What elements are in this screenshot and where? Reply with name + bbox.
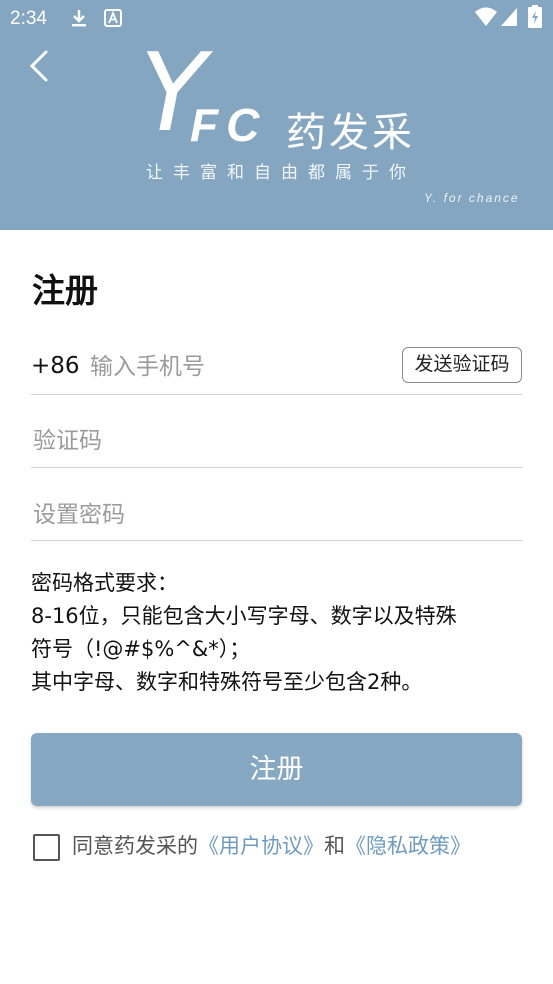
back-arrow-icon (29, 50, 48, 82)
slogan-english: Y. for chance (424, 191, 520, 205)
verification-code-field (31, 414, 522, 468)
verification-code-input[interactable] (31, 422, 515, 460)
agreement-text: 同意药发采的《用户协议》和《隐私政策》 (72, 830, 471, 862)
password-rules-line: 其中字母、数字和特殊符号至少包含2种。 (31, 670, 423, 694)
download-icon (72, 10, 86, 27)
a-notification-icon (104, 9, 122, 27)
password-rules: 密码格式要求： 8-16位，只能包含大小写字母、数字以及特殊 符号（!@#$%^… (31, 567, 526, 699)
wifi-icon (475, 7, 497, 26)
agreement-prefix: 同意药发采的 (72, 834, 198, 858)
phone-input[interactable] (88, 349, 392, 385)
user-agreement-link[interactable]: 《用户协议》 (198, 834, 324, 858)
agreement-and: 和 (324, 834, 345, 858)
signal-icon (501, 8, 517, 26)
password-input[interactable] (31, 496, 515, 534)
password-field (31, 488, 522, 541)
battery-icon (528, 5, 542, 28)
logo-fc: FC (190, 99, 268, 151)
back-button[interactable] (24, 46, 54, 86)
agreement-checkbox[interactable] (33, 834, 60, 861)
register-button[interactable]: 注册 (31, 733, 522, 806)
status-bar: 2:34 (0, 0, 553, 36)
status-time: 2:34 (10, 8, 47, 29)
password-rules-line: 符号（!@#$%^&*）； (31, 637, 251, 661)
slogan: 让丰富和自由都属于你 (146, 163, 416, 183)
password-rules-line: 8-16位，只能包含大小写字母、数字以及特殊 (31, 604, 457, 628)
brand-header: 2:34 Y FC 药发采 让丰富和自由都属于你 Y. for chance (0, 0, 553, 230)
privacy-policy-link[interactable]: 《隐私政策》 (345, 834, 471, 858)
logo-brand-name: 药发采 (286, 110, 415, 156)
send-code-button[interactable]: 发送验证码 (402, 347, 522, 383)
phone-field: +86 发送验证码 (31, 340, 522, 395)
password-rules-heading: 密码格式要求： (31, 571, 178, 595)
country-code-prefix[interactable]: +86 (31, 353, 80, 379)
page-title: 注册 (32, 271, 98, 310)
